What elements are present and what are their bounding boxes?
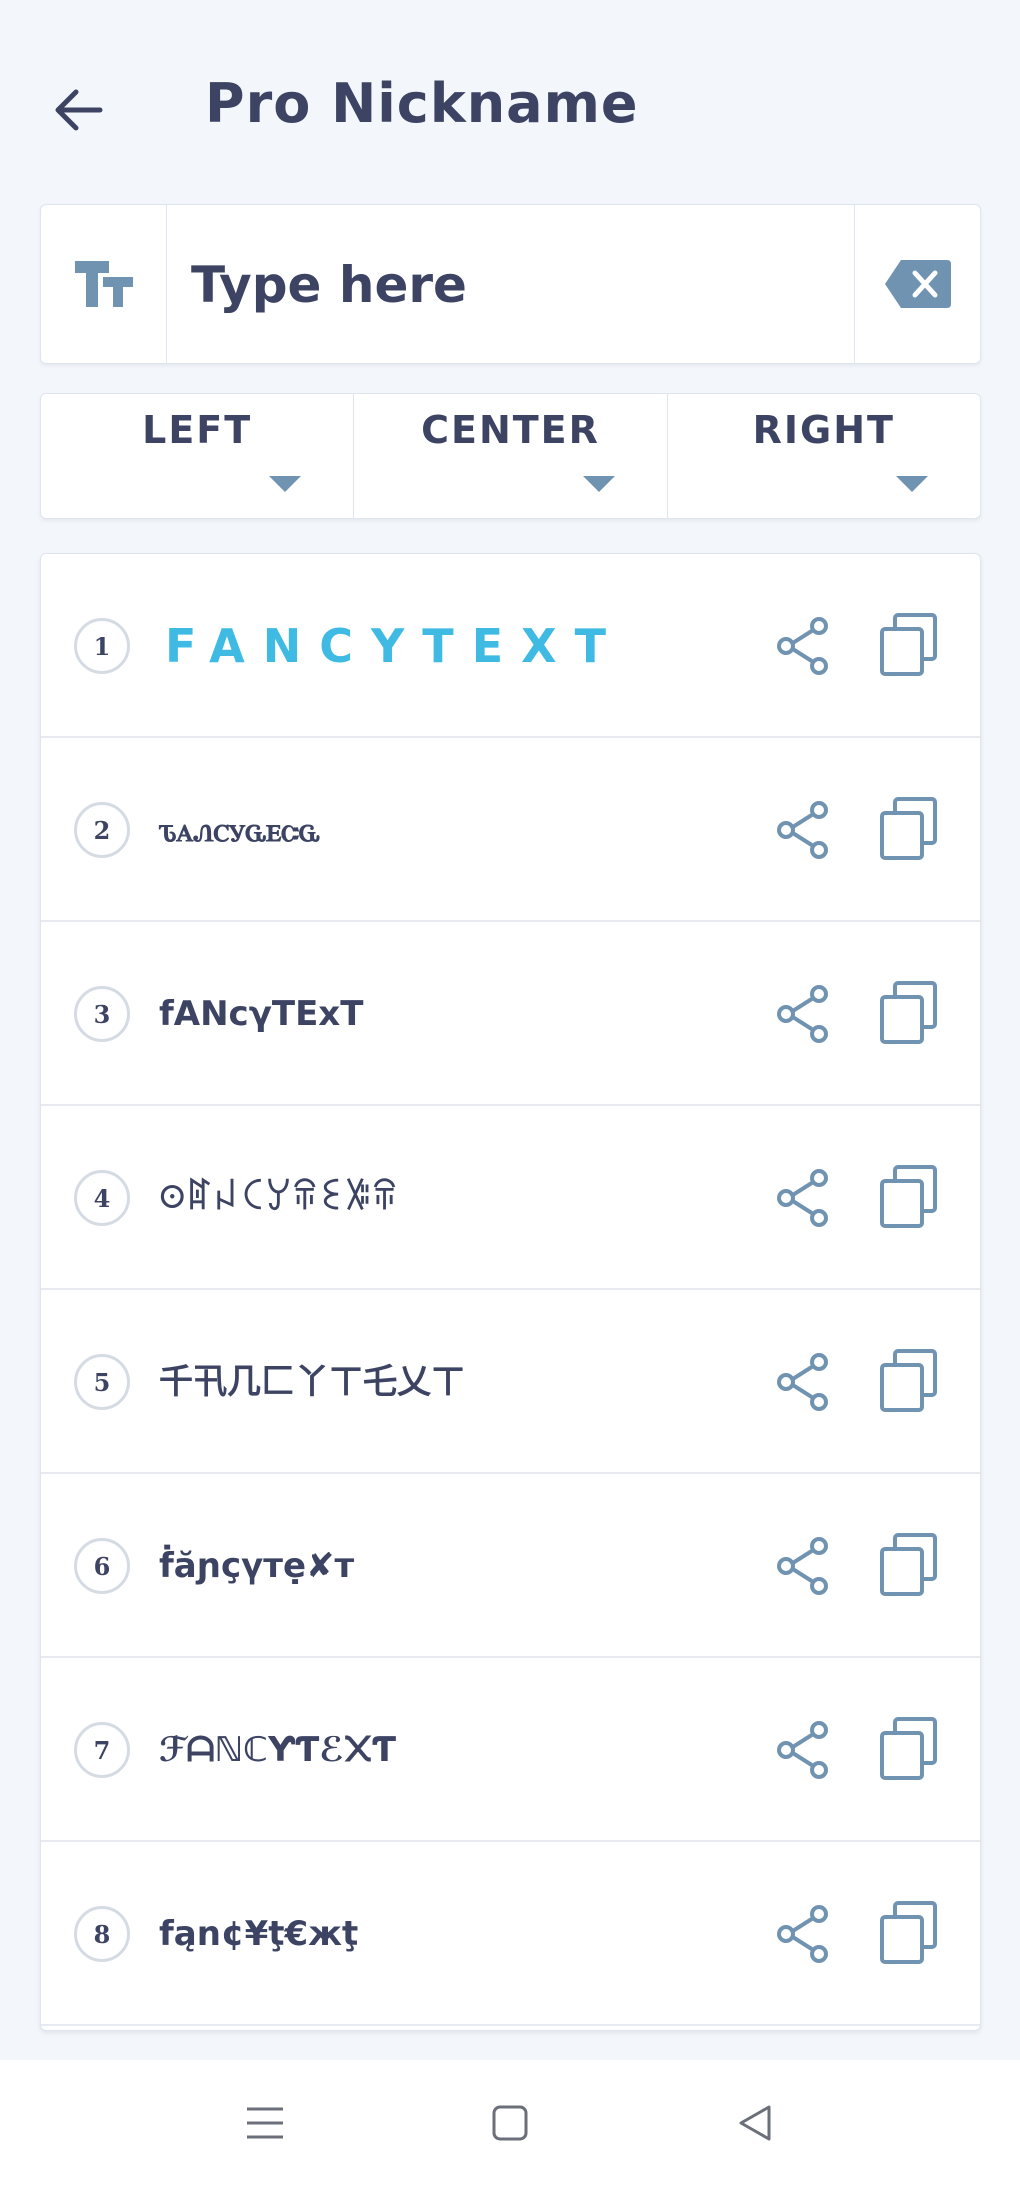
back-button[interactable] [40, 70, 120, 150]
copy-button[interactable] [877, 796, 941, 862]
copy-button[interactable] [877, 1164, 941, 1230]
align-center-dropdown[interactable]: CENTER [354, 394, 668, 518]
nickname-input[interactable] [191, 235, 821, 335]
align-right-label: RIGHT [752, 408, 895, 452]
list-item[interactable]: 1 FANCYTEXT [41, 554, 980, 738]
list-item[interactable]: 3 fANcγTExT [41, 922, 980, 1106]
item-number-badge: 6 [74, 1538, 130, 1594]
share-icon [777, 617, 828, 675]
copy-button[interactable] [877, 1900, 941, 1966]
text-size-icon [74, 261, 133, 307]
copy-icon [880, 1901, 937, 1964]
menu-icon [247, 2107, 283, 2139]
app-header: Pro Nickname [0, 40, 1020, 180]
page-title: Pro Nickname [205, 72, 639, 135]
item-number-badge: 8 [74, 1906, 130, 1962]
list-item[interactable]: 6 ḟăɲçүтẹ✘т [41, 1474, 980, 1658]
share-button[interactable] [771, 1718, 835, 1782]
item-number-badge: 4 [74, 1170, 130, 1226]
backspace-clear-icon [884, 260, 951, 308]
back-triangle-icon [739, 2105, 771, 2141]
list-item[interactable]: 5 千卂几匚丫ㄒ乇乂ㄒ [41, 1290, 980, 1474]
item-number-badge: 1 [74, 618, 130, 674]
app-screen: Pro Nickname LEFT CENTER RIGHT [0, 0, 1020, 2185]
fancy-text-list: 1 FANCYTEXT 2 ꮦꭺꮑꮯꭹꮹꭼꮸꮹ 3 fANcγTExT 4 ꖴꍏꈤꉔꌦꋖꏂꋚꋖ… [40, 553, 981, 2031]
item-number-badge: 7 [74, 1722, 130, 1778]
clear-input-button[interactable] [854, 205, 980, 363]
share-button[interactable] [771, 1166, 835, 1230]
home-square-icon [492, 2105, 528, 2141]
nav-menu-button[interactable] [230, 2088, 300, 2158]
item-number-badge: 2 [74, 802, 130, 858]
share-button[interactable] [771, 982, 835, 1046]
fancy-text[interactable]: ḟăɲçүтẹ✘т [159, 1526, 354, 1606]
align-right-dropdown[interactable]: RIGHT [668, 394, 980, 518]
copy-button[interactable] [877, 980, 941, 1046]
nav-back-button[interactable] [720, 2088, 790, 2158]
share-icon [777, 1537, 828, 1595]
list-item[interactable]: 2 ꮦꭺꮑꮯꭹꮹꭼꮸꮹ [41, 738, 980, 922]
text-size-button[interactable] [41, 205, 167, 363]
arrow-left-icon [55, 89, 103, 131]
alignment-selector: LEFT CENTER RIGHT [40, 393, 981, 519]
copy-button[interactable] [877, 1348, 941, 1414]
fancy-text[interactable]: fANcγTExT [159, 974, 363, 1054]
status-bar [0, 0, 1020, 14]
chevron-down-icon [582, 476, 615, 492]
share-icon [777, 1905, 828, 1963]
copy-icon [880, 613, 937, 676]
fancy-text[interactable]: 千卂几匚丫ㄒ乇乂ㄒ [159, 1342, 465, 1422]
copy-icon [880, 797, 937, 860]
fancy-text[interactable]: FANCYTEXT [165, 606, 624, 686]
copy-button[interactable] [877, 612, 941, 678]
copy-button[interactable] [877, 1532, 941, 1598]
copy-button[interactable] [877, 1716, 941, 1782]
fancy-text[interactable]: fąn¢¥ţ€жţ [159, 1894, 358, 1974]
nav-home-button[interactable] [475, 2088, 545, 2158]
share-button[interactable] [771, 798, 835, 862]
chevron-down-icon [895, 476, 928, 492]
copy-icon [880, 1717, 937, 1780]
align-left-dropdown[interactable]: LEFT [41, 394, 355, 518]
share-button[interactable] [771, 1534, 835, 1598]
fancy-text[interactable]: ℱᗩℕℂƳƬℰ᙭Ƭ [159, 1710, 396, 1790]
share-button[interactable] [771, 1350, 835, 1414]
copy-icon [880, 1533, 937, 1596]
copy-icon [880, 981, 937, 1044]
list-item[interactable]: 8 fąn¢¥ţ€жţ [41, 1842, 980, 2026]
list-item[interactable]: 7 ℱᗩℕℂƳƬℰ᙭Ƭ [41, 1658, 980, 1842]
copy-icon [880, 1165, 937, 1228]
share-button[interactable] [771, 1902, 835, 1966]
text-input-card [40, 204, 981, 364]
chevron-down-icon [269, 476, 302, 492]
align-left-label: LEFT [142, 408, 253, 452]
share-icon [777, 1353, 828, 1411]
list-item[interactable]: 4 ꖴꍏꈤꉔꌦꋖꏂꋚꋖ [41, 1106, 980, 1290]
share-button[interactable] [771, 614, 835, 678]
share-icon [777, 1721, 828, 1779]
copy-icon [880, 1349, 937, 1412]
share-icon [777, 801, 828, 859]
item-number-badge: 3 [74, 986, 130, 1042]
share-icon [777, 1169, 828, 1227]
item-number-badge: 5 [74, 1354, 130, 1410]
share-icon [777, 985, 828, 1043]
system-nav-bar [0, 2060, 1020, 2185]
fancy-text[interactable]: ꮦꭺꮑꮯꭹꮹꭼꮸꮹ [159, 790, 320, 870]
align-center-label: CENTER [421, 408, 600, 452]
fancy-text[interactable]: ꖴꍏꈤꉔꌦꋖꏂꋚꋖ [159, 1158, 398, 1238]
